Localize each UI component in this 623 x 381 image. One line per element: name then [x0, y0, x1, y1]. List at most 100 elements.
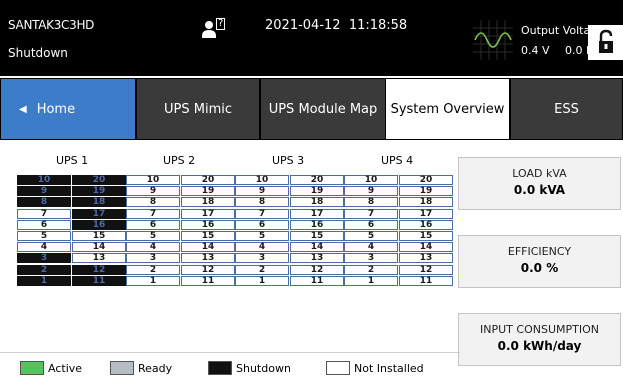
module-cell[interactable]: 10: [126, 175, 180, 185]
module-cell[interactable]: 8: [235, 197, 289, 208]
tab-system-overview[interactable]: System Overview: [386, 78, 510, 140]
module-cell[interactable]: 18: [72, 197, 126, 208]
module-cell[interactable]: 11: [72, 275, 126, 286]
module-cell[interactable]: 6: [17, 219, 71, 230]
legend-label-not-installed: Not Installed: [354, 362, 424, 375]
module-cell[interactable]: 20: [72, 175, 126, 185]
module-cell[interactable]: 9: [126, 186, 180, 197]
module-cell[interactable]: 20: [290, 175, 344, 185]
module-cell[interactable]: 4: [17, 242, 71, 253]
module-cell[interactable]: 4: [344, 242, 398, 253]
load-kva-value: 0.0 kVA: [513, 183, 566, 197]
module-cell[interactable]: 2: [17, 264, 71, 275]
legend-label-active: Active: [48, 362, 83, 375]
module-cell[interactable]: 11: [181, 275, 235, 286]
module-cell[interactable]: 8: [126, 197, 180, 208]
module-cell[interactable]: 9: [17, 186, 71, 197]
module-cell[interactable]: 20: [181, 175, 235, 185]
module-cell[interactable]: 5: [344, 231, 398, 241]
module-cell[interactable]: 7: [17, 208, 71, 219]
module-cell[interactable]: 11: [399, 275, 453, 286]
lock-button[interactable]: [588, 25, 623, 60]
legend-divider: [0, 352, 460, 353]
module-cell[interactable]: 1: [235, 275, 289, 286]
module-cell[interactable]: 14: [399, 242, 453, 253]
module-cell[interactable]: 3: [17, 253, 71, 264]
module-cell[interactable]: 10: [17, 175, 71, 185]
module-cell[interactable]: 5: [17, 231, 71, 241]
module-cell[interactable]: 20: [399, 175, 453, 185]
module-cell[interactable]: 1: [344, 275, 398, 286]
module-cell[interactable]: 13: [399, 253, 453, 264]
module-cell[interactable]: 16: [399, 219, 453, 230]
module-cell[interactable]: 13: [181, 253, 235, 264]
module-cell[interactable]: 18: [181, 197, 235, 208]
module-cell[interactable]: 9: [235, 186, 289, 197]
module-cell[interactable]: 13: [72, 253, 126, 264]
input-consumption-value: 0.0 kWh/day: [497, 339, 582, 353]
sine-wave-icon: [473, 20, 513, 60]
module-cell[interactable]: 14: [72, 242, 126, 253]
module-cell[interactable]: 2: [126, 264, 180, 275]
module-cell[interactable]: 17: [399, 208, 453, 219]
module-cell[interactable]: 1: [126, 275, 180, 286]
module-cell[interactable]: 16: [290, 219, 344, 230]
module-cell[interactable]: 12: [399, 264, 453, 275]
module-cell[interactable]: 18: [290, 197, 344, 208]
module-cell[interactable]: 12: [181, 264, 235, 275]
module-cell[interactable]: 16: [72, 219, 126, 230]
module-cell[interactable]: 7: [126, 208, 180, 219]
tab-ess[interactable]: ESS: [510, 78, 623, 140]
module-cell[interactable]: 8: [344, 197, 398, 208]
module-cell[interactable]: 7: [344, 208, 398, 219]
module-cell[interactable]: 5: [235, 231, 289, 241]
legend-swatch-active: [20, 361, 44, 375]
module-cell[interactable]: 14: [290, 242, 344, 253]
module-cell[interactable]: 10: [235, 175, 289, 185]
module-cell[interactable]: 5: [126, 231, 180, 241]
module-cell[interactable]: 17: [290, 208, 344, 219]
tab-ess-label: ESS: [554, 101, 579, 117]
efficiency-value: 0.0 %: [520, 261, 559, 275]
module-cell[interactable]: 4: [235, 242, 289, 253]
module-cell[interactable]: 8: [17, 197, 71, 208]
user-login-icon[interactable]: ?: [201, 18, 227, 38]
tab-bar: ◀ Home UPS Mimic UPS Module Map System O…: [0, 78, 623, 140]
module-cell[interactable]: 12: [72, 264, 126, 275]
module-cell[interactable]: 15: [399, 231, 453, 241]
module-cell[interactable]: 14: [181, 242, 235, 253]
module-cell[interactable]: 6: [235, 219, 289, 230]
module-cell[interactable]: 19: [399, 186, 453, 197]
module-cell[interactable]: 11: [290, 275, 344, 286]
legend-swatch-shutdown: [208, 361, 232, 375]
module-cell[interactable]: 10: [344, 175, 398, 185]
module-cell[interactable]: 15: [181, 231, 235, 241]
module-cell[interactable]: 12: [290, 264, 344, 275]
module-cell[interactable]: 17: [181, 208, 235, 219]
ups-model-name: SANTAK3C3HD: [8, 18, 95, 32]
module-cell[interactable]: 1: [17, 275, 71, 286]
module-cell[interactable]: 4: [126, 242, 180, 253]
module-cell[interactable]: 6: [344, 219, 398, 230]
tab-ups-module-map[interactable]: UPS Module Map: [260, 78, 386, 140]
module-cell[interactable]: 19: [290, 186, 344, 197]
module-cell[interactable]: 17: [72, 208, 126, 219]
module-cell[interactable]: 15: [290, 231, 344, 241]
module-cell[interactable]: 2: [344, 264, 398, 275]
module-cell[interactable]: 13: [290, 253, 344, 264]
module-cell[interactable]: 19: [72, 186, 126, 197]
module-cell[interactable]: 3: [126, 253, 180, 264]
module-cell[interactable]: 2: [235, 264, 289, 275]
module-cell[interactable]: 3: [235, 253, 289, 264]
module-cell[interactable]: 6: [126, 219, 180, 230]
module-cell[interactable]: 3: [344, 253, 398, 264]
module-cell[interactable]: 19: [181, 186, 235, 197]
module-cell[interactable]: 16: [181, 219, 235, 230]
module-cell[interactable]: 18: [399, 197, 453, 208]
module-cell[interactable]: 15: [72, 231, 126, 241]
module-cell[interactable]: 9: [344, 186, 398, 197]
datetime-display: 2021-04-12 11:18:58: [265, 18, 408, 33]
module-cell[interactable]: 7: [235, 208, 289, 219]
tab-ups-mimic[interactable]: UPS Mimic: [136, 78, 260, 140]
tab-home[interactable]: ◀ Home: [0, 78, 136, 140]
